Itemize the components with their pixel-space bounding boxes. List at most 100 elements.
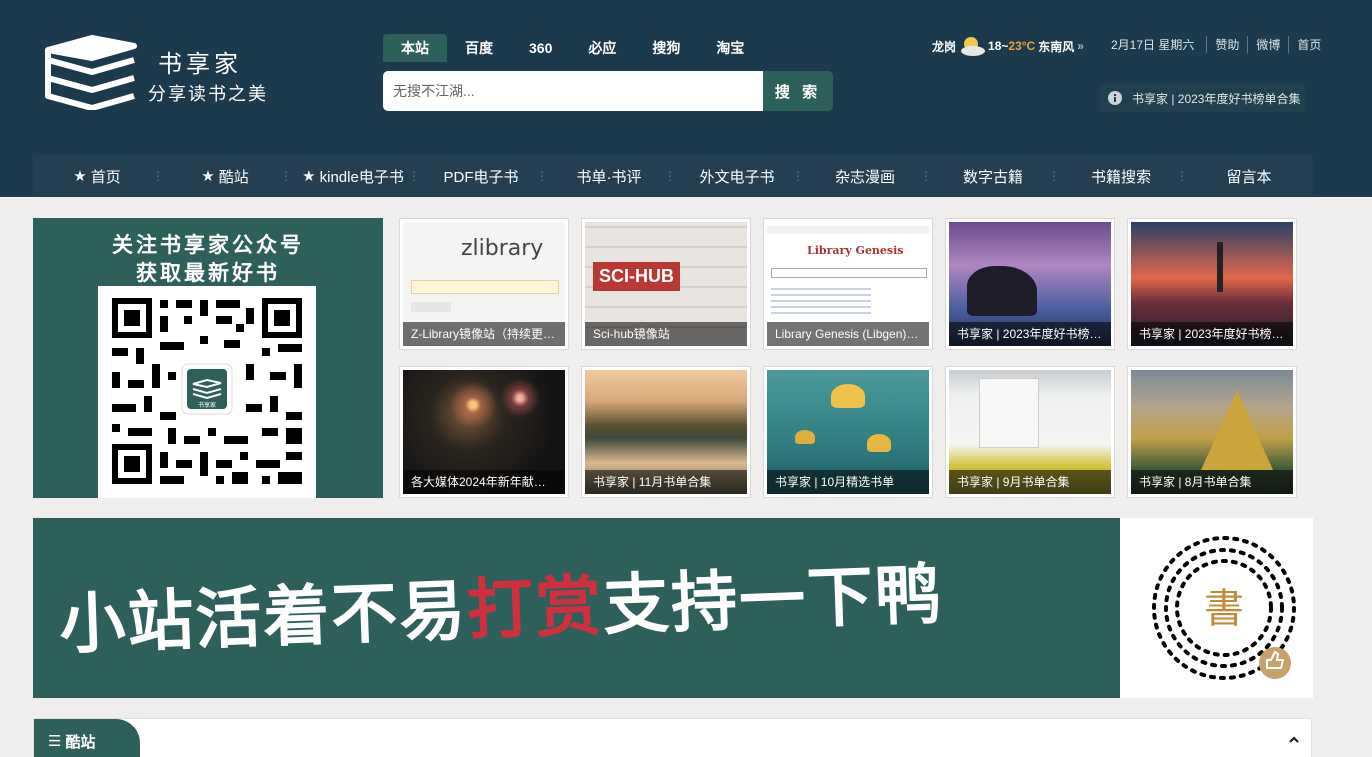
cool-sites-section: ☰ 酷站 (33, 718, 1312, 757)
section-tab[interactable]: ☰ 酷站 (34, 719, 140, 757)
nav-label: 书单·书评 (576, 168, 642, 186)
banner-text-before: 小站活着不易 (58, 572, 469, 664)
site-logo[interactable]: 书享家 分享读书之美 (40, 30, 280, 110)
home-link[interactable]: 首页 (1288, 35, 1329, 53)
top-links: 2月17日 星期六 赞助 微博 首页 (1111, 35, 1329, 53)
weibo-link[interactable]: 微博 (1247, 35, 1288, 53)
firework-graphic (495, 376, 545, 420)
site-header: 书享家 分享读书之美 本站 百度 360 必应 搜狗 淘宝 搜 索 龙岗 18 … (0, 0, 1372, 197)
chevron-up-icon[interactable] (1287, 733, 1301, 747)
barn-graphic (979, 378, 1039, 448)
thumb-caption: 书享家 | 10月精选书单 (767, 470, 929, 494)
thumb-caption: 各大媒体2024年新年献词合集 (403, 470, 565, 494)
thumb-card[interactable]: SCI-HUB Sci-hub镜像站 (581, 218, 751, 350)
mountain-graphic (1201, 390, 1273, 470)
search-tab-sogou[interactable]: 搜狗 (634, 34, 698, 62)
page-lines-graphic (771, 284, 871, 314)
search-field-graphic (411, 280, 559, 294)
search-button[interactable]: 搜 索 (763, 71, 833, 111)
thumb-card[interactable]: 书享家 | 10月精选书单 (763, 366, 933, 498)
weather-wind: 东南风 (1038, 39, 1075, 54)
qr-title-line1: 关注书享家公众号 (112, 234, 304, 257)
weather-low: 18 (988, 39, 1002, 53)
thumb-card[interactable]: 各大媒体2024年新年献词合集 (399, 366, 569, 498)
star-icon: ★ (73, 168, 87, 185)
star-icon: ★ (201, 168, 215, 185)
notice-bar[interactable]: 书享家 | 2023年度好书榜单合集 (1100, 84, 1306, 112)
thumb-card[interactable]: 书享家 | 8月书单合集 (1127, 366, 1297, 498)
search-tab-360[interactable]: 360 (511, 34, 570, 62)
nav-item-guestbook[interactable]: 留言本 (1185, 155, 1313, 197)
nav-label: 首页 (90, 168, 121, 186)
donate-miniprogram-code: 書 (1120, 518, 1313, 698)
jellyfish-graphic (831, 384, 865, 408)
libgen-logo-text: Library Genesis (807, 244, 904, 257)
thumb-card[interactable]: Library Genesis Library Genesis (Libgen)… (763, 218, 933, 350)
zlibrary-logo-text: zlibrary (461, 236, 544, 261)
star-icon: ★ (302, 168, 316, 185)
search-tab-bing[interactable]: 必应 (570, 34, 634, 62)
thumb-caption: 书享家 | 2023年度好书榜单合集 (1131, 322, 1293, 346)
nav-item-ancient[interactable]: 数字古籍 (929, 155, 1060, 197)
notice-text: 书享家 | 2023年度好书榜单合集 (1132, 91, 1301, 106)
nav-item-booklist[interactable]: 书单·书评 (545, 155, 677, 197)
jellyfish-graphic (795, 430, 815, 444)
nav-item-cool-sites[interactable]: ★ 酷站 (161, 155, 292, 197)
thumb-card[interactable]: 书享家 | 2023年度好书榜单合集 (1127, 218, 1297, 350)
nav-label: 数字古籍 (962, 168, 1023, 186)
nav-label: PDF电子书 (443, 168, 519, 186)
nav-label: 书籍搜索 (1090, 168, 1151, 186)
nav-item-kindle[interactable]: ★ kindle电子书 (289, 155, 420, 197)
thumb-caption: Z-Library镜像站（持续更新） (403, 322, 565, 346)
nav-label: 杂志漫画 (834, 168, 895, 186)
lighthouse-graphic (1217, 242, 1223, 292)
nav-item-pdf[interactable]: PDF电子书 (417, 155, 548, 197)
thumb-caption: Sci-hub镜像站 (585, 322, 747, 346)
info-icon (1108, 91, 1122, 105)
donate-banner[interactable]: 小站活着不易打赏支持一下鸭 書 (33, 518, 1313, 698)
thumb-card[interactable]: zlibrary Z-Library镜像站（持续更新） (399, 218, 569, 350)
search-input[interactable] (383, 71, 763, 111)
libgen-menu-bar (767, 226, 929, 234)
nav-item-magazine[interactable]: 杂志漫画 (801, 155, 932, 197)
banner-text-after: 支持一下鸭 (601, 555, 945, 645)
weather-more-icon: » (1077, 39, 1084, 53)
page-lines-graphic (411, 302, 451, 312)
weather-city: 龙岗 (932, 39, 957, 54)
site-slogan: 分享读书之美 (148, 84, 268, 105)
sponsor-link[interactable]: 赞助 (1206, 35, 1247, 53)
nav-label: kindle电子书 (319, 168, 404, 186)
nav-item-foreign[interactable]: 外文电子书 (673, 155, 804, 197)
banner-highlight: 打赏 (465, 567, 605, 650)
wechat-qr-panel: 关注书享家公众号 获取最新好书 书享家 (33, 218, 383, 498)
thumb-card[interactable]: 书享家 | 2023年度好书榜单合集 (945, 218, 1115, 350)
search-tab-taobao[interactable]: 淘宝 (698, 34, 762, 62)
thumb-card[interactable]: 书享家 | 11月书单合集 (581, 366, 751, 498)
section-title: 酷站 (65, 733, 96, 751)
search-tab-baidu[interactable]: 百度 (447, 34, 511, 62)
nav-item-book-search[interactable]: 书籍搜索 (1057, 155, 1188, 197)
nav-label: 酷站 (218, 168, 249, 186)
search-tab-site[interactable]: 本站 (383, 34, 447, 62)
firework-graphic (443, 380, 503, 430)
nav-label: 外文电子书 (699, 168, 775, 186)
donate-banner-text: 小站活着不易打赏支持一下鸭 (58, 541, 945, 668)
thumb-caption: Library Genesis (Libgen) 镜像站 (767, 322, 929, 346)
books-logo-icon (45, 35, 137, 110)
partly-cloudy-icon (961, 37, 986, 56)
scihub-logo-text: SCI-HUB (593, 262, 680, 291)
thumb-card[interactable]: 书享家 | 9月书单合集 (945, 366, 1115, 498)
search-field-graphic (771, 268, 927, 278)
weather-widget[interactable]: 龙岗 18 ~ 23°C 东南风 » (932, 36, 1084, 56)
nav-item-home[interactable]: ★ 首页 (33, 155, 164, 197)
thumb-caption: 书享家 | 11月书单合集 (585, 470, 747, 494)
search-box: 搜 索 (383, 71, 833, 111)
search-engine-tabs: 本站 百度 360 必应 搜狗 淘宝 (383, 34, 762, 62)
qr-title: 关注书享家公众号 获取最新好书 (33, 232, 383, 288)
weather-high: 23°C (1008, 39, 1036, 53)
thumb-caption: 书享家 | 8月书单合集 (1131, 470, 1293, 494)
weather-separator: ~ (1001, 39, 1009, 53)
thumb-caption: 书享家 | 2023年度好书榜单合集 (949, 322, 1111, 346)
wechat-qr-code: 书享家 (98, 286, 316, 498)
menu-icon: ☰ (48, 733, 62, 750)
